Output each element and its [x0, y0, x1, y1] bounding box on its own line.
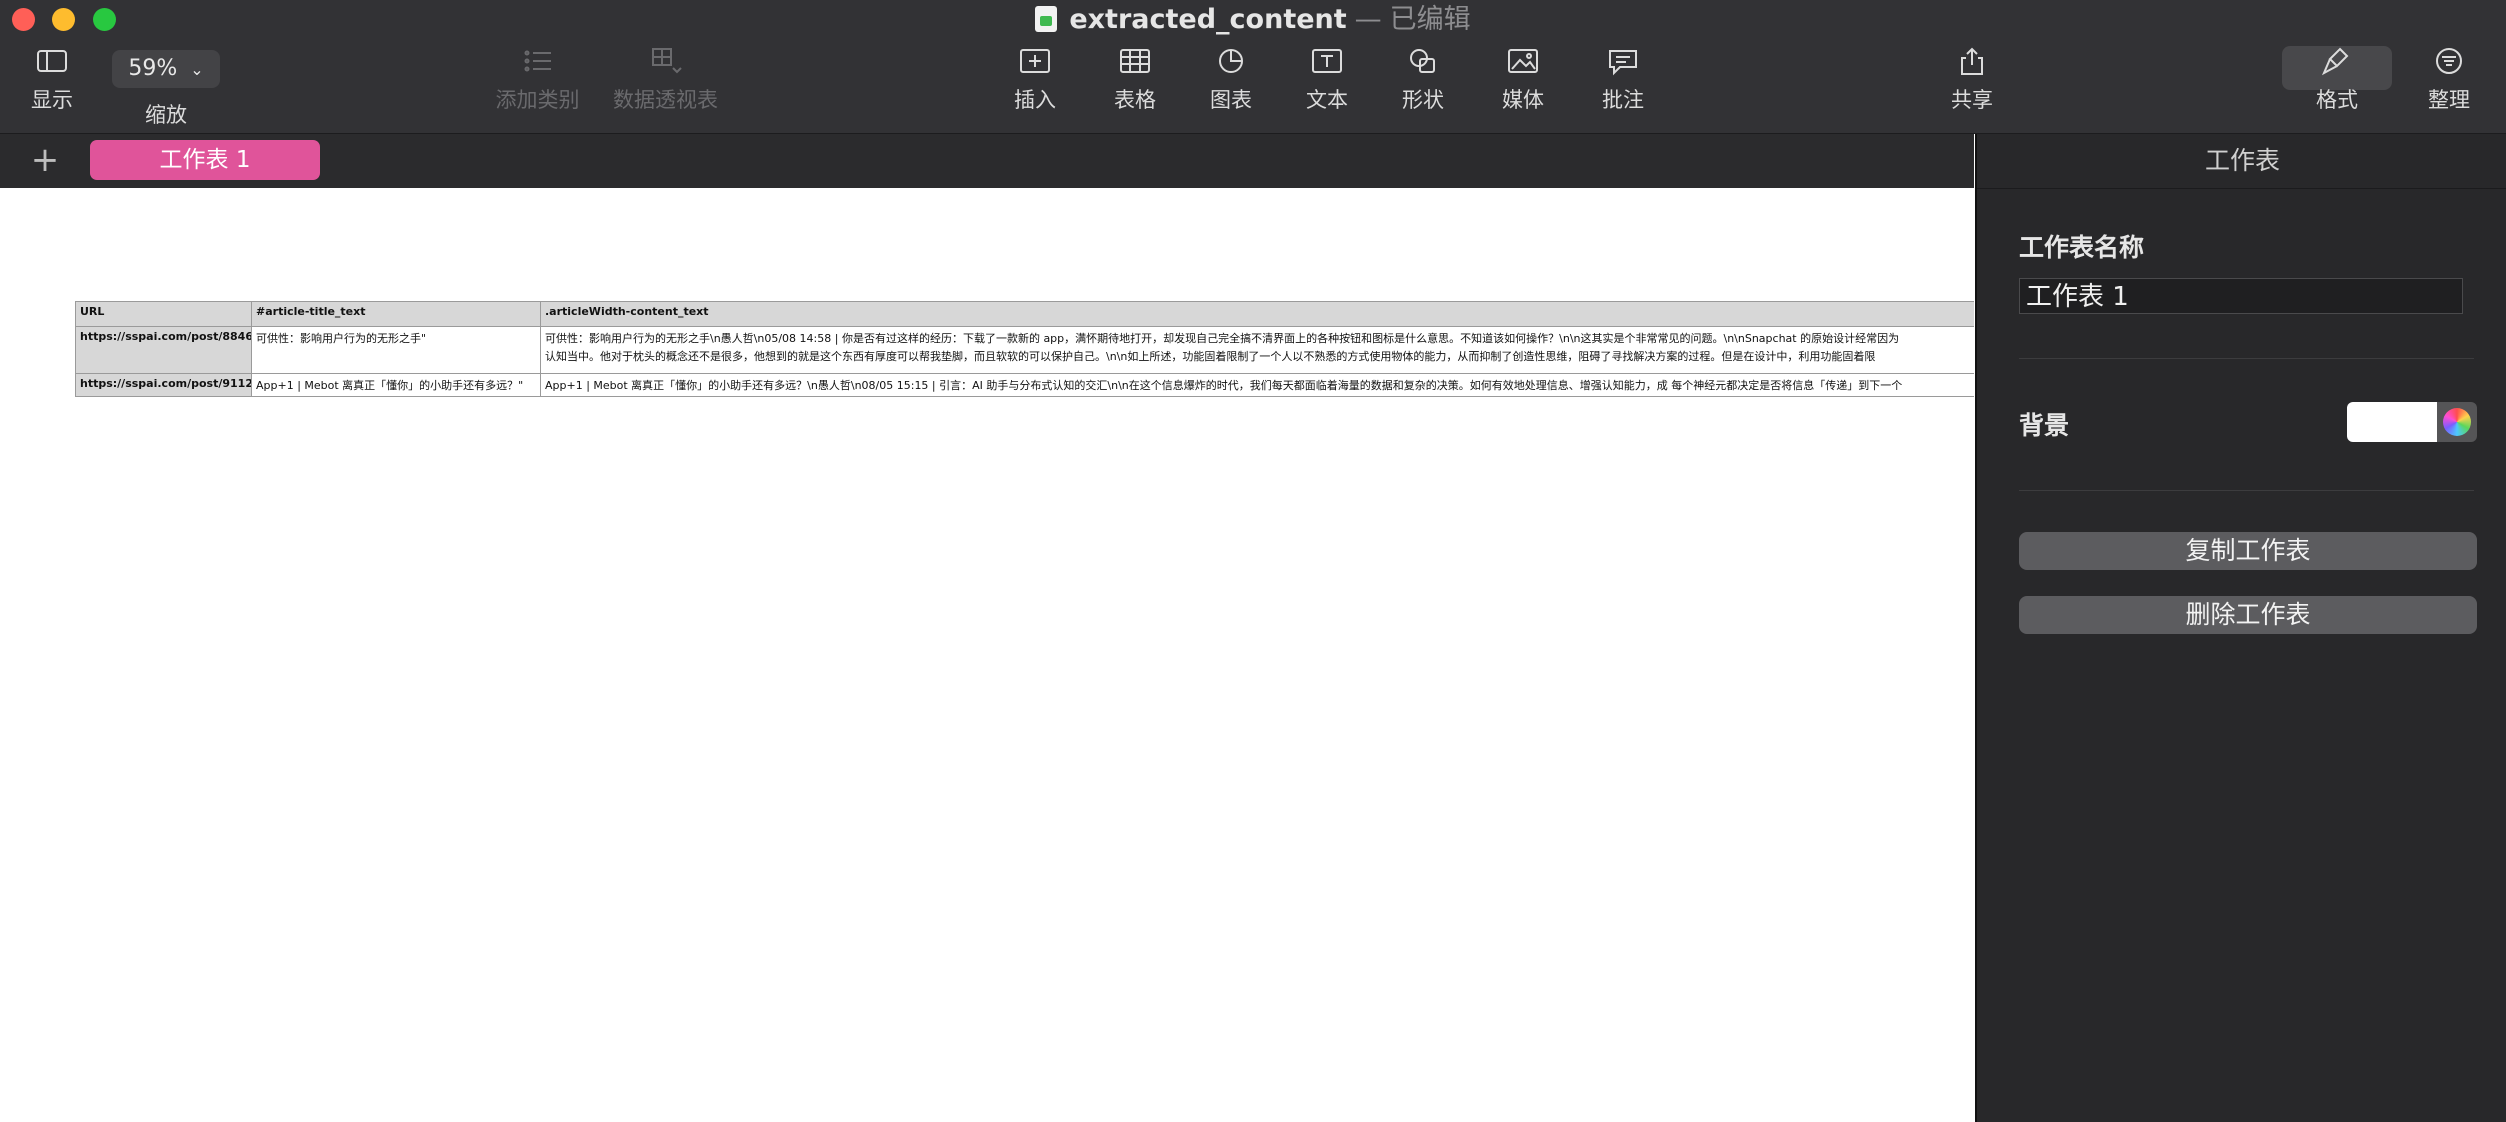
comment-icon	[1609, 50, 1637, 76]
color-picker-button[interactable]	[2437, 402, 2477, 442]
view-label: 显示	[31, 88, 73, 112]
content-cell[interactable]: 可供性：影响用户行为的无形之手\n愚人哲\n05/08 14:58 | 你是否有…	[540, 326, 1974, 374]
column-header-url[interactable]: URL	[75, 301, 252, 327]
media-button[interactable]: 媒体	[1498, 46, 1548, 112]
zoom-value: 59%	[128, 56, 178, 81]
insert-label: 插入	[1014, 88, 1056, 112]
sidebar-icon	[37, 50, 67, 72]
paintbrush-icon	[2321, 47, 2349, 76]
chart-label: 图表	[1210, 88, 1252, 112]
comment-label: 批注	[1602, 88, 1644, 112]
pie-chart-icon	[1219, 49, 1243, 73]
zoom-dropdown[interactable]: 59% ⌄	[112, 50, 220, 88]
share-label: 共享	[1951, 88, 1993, 112]
share-icon	[1961, 47, 1983, 75]
organize-label: 整理	[2428, 88, 2470, 112]
view-button[interactable]: 显示	[22, 46, 82, 112]
chevron-down-icon: ⌄	[190, 60, 204, 79]
format-label: 格式	[2316, 88, 2358, 112]
sheet-name-field[interactable]: 工作表 1	[2019, 278, 2463, 314]
pivot-table-icon	[651, 48, 682, 74]
filter-icon	[2436, 48, 2462, 74]
table-label: 表格	[1114, 88, 1156, 112]
list-icon	[524, 50, 551, 72]
content-line: 认知当中。他对于枕头的概念还不是很多，他想到的就是这个东西有厚度可以帮我垫脚，而…	[545, 350, 1876, 363]
table-icon	[1120, 49, 1150, 73]
title-cell[interactable]: App+1 | Mebot 离真正「懂你」的小助手还有多远？"	[251, 373, 541, 397]
sheet-tab-bar: + 工作表 1	[0, 134, 1974, 188]
divider	[2019, 490, 2474, 491]
toolbar: extracted_content — 已编辑 显示 59% ⌄ 缩放 添加类别 数…	[0, 0, 2506, 134]
column-header-title[interactable]: #article-title_text	[251, 301, 541, 327]
table-row: https://sspai.com/post/91127 App+1 | Meb…	[75, 373, 1974, 397]
insert-button[interactable]: 插入	[1010, 46, 1060, 112]
document-name: extracted_content	[1069, 4, 1347, 35]
background-label: 背景	[2019, 411, 2070, 440]
content-line: 可供性：影响用户行为的无形之手\n愚人哲\n05/08 14:58 | 你是否有…	[545, 332, 1900, 345]
delete-sheet-button[interactable]: 删除工作表	[2019, 596, 2477, 634]
table-button[interactable]: 表格	[1110, 46, 1160, 112]
organize-button[interactable]: 整理	[2424, 46, 2474, 112]
text-label: 文本	[1306, 88, 1348, 112]
photo-icon	[1508, 49, 1538, 73]
window-title: extracted_content — 已编辑	[0, 2, 2506, 38]
divider	[2019, 358, 2474, 359]
format-inspector: 工作表 工作表名称 工作表 1 背景 复制工作表 删除工作表	[1975, 134, 2506, 1122]
title-cell[interactable]: 可供性：影响用户行为的无形之手"	[251, 326, 541, 374]
document-status: 已编辑	[1389, 4, 1471, 35]
text-button[interactable]: 文本	[1302, 46, 1352, 112]
url-cell[interactable]: https://sspai.com/post/88464	[75, 326, 252, 374]
insert-icon	[1020, 49, 1050, 73]
url-cell[interactable]: https://sspai.com/post/91127	[75, 373, 252, 397]
chart-button[interactable]: 图表	[1206, 46, 1256, 112]
media-label: 媒体	[1502, 88, 1544, 112]
color-wheel-icon	[2443, 408, 2471, 436]
comment-button[interactable]: 批注	[1598, 46, 1648, 112]
tab-sheet-1[interactable]: 工作表 1	[90, 140, 320, 180]
sheet-name-label: 工作表名称	[2019, 233, 2145, 262]
sheet-canvas[interactable]: URL #article-title_text .articleWidth-co…	[0, 188, 1974, 1122]
add-sheet-button[interactable]: +	[28, 140, 62, 180]
shape-label: 形状	[1402, 88, 1444, 112]
column-header-content[interactable]: .articleWidth-content_text	[540, 301, 1974, 327]
content-cell[interactable]: App+1 | Mebot 离真正「懂你」的小助手还有多远？\n愚人哲\n08/…	[540, 373, 1974, 397]
pivot-table-label: 数据透视表	[613, 88, 718, 112]
title-separator: —	[1354, 4, 1382, 35]
text-box-icon	[1312, 49, 1342, 73]
format-button[interactable]: 格式	[2312, 46, 2362, 112]
numbers-document-icon	[1035, 6, 1058, 32]
add-category-button[interactable]: 添加类别	[490, 46, 585, 112]
background-color-well[interactable]	[2347, 402, 2437, 442]
inspector-header: 工作表	[1977, 134, 2506, 189]
table-row: https://sspai.com/post/88464 可供性：影响用户行为的…	[75, 326, 1974, 374]
shape-button[interactable]: 形状	[1398, 46, 1448, 112]
zoom-label: 缩放	[145, 103, 187, 127]
add-category-label: 添加类别	[495, 88, 580, 112]
pivot-table-button[interactable]: 数据透视表	[608, 46, 723, 112]
data-table[interactable]: URL #article-title_text .articleWidth-co…	[75, 301, 1974, 397]
share-button[interactable]: 共享	[1947, 46, 1997, 112]
duplicate-sheet-button[interactable]: 复制工作表	[2019, 532, 2477, 570]
shapes-icon	[1410, 49, 1435, 73]
